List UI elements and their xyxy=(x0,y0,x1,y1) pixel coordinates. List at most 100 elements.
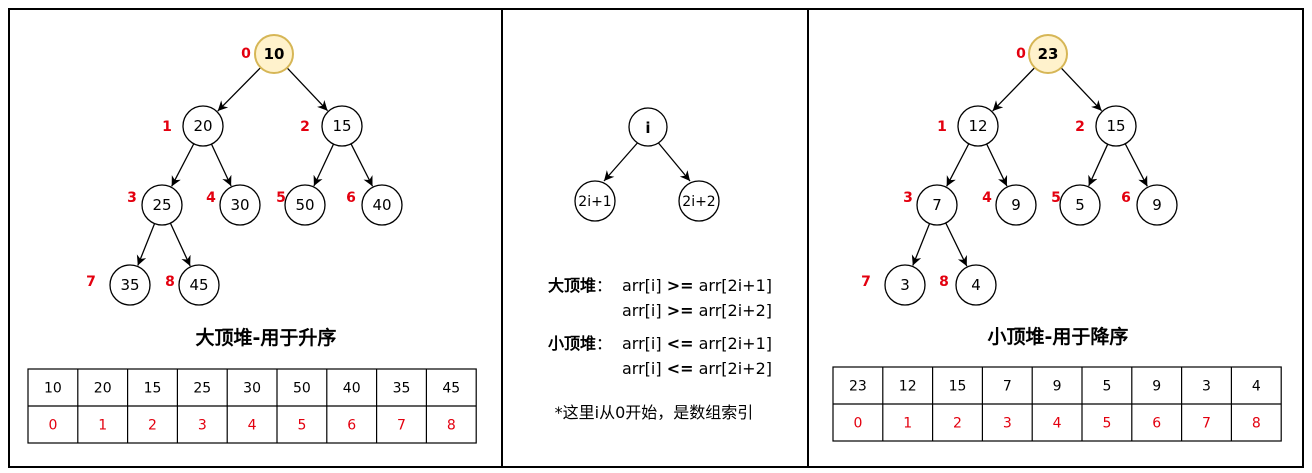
tree-edge xyxy=(169,222,191,267)
tree-node-index: 5 xyxy=(1051,190,1061,206)
min-heap-colon: ： xyxy=(596,334,612,353)
array-index-cell: 0 xyxy=(853,416,862,432)
tree-node-index: 4 xyxy=(206,190,216,206)
tree-node-value: 40 xyxy=(372,196,391,214)
tree-edge xyxy=(350,143,374,187)
array-value-cell: 40 xyxy=(343,381,361,397)
min-heap-tree: 23 0 12 1 15 2 7 3 9 4 55 9 6 3 7 4 8 xyxy=(861,34,1178,306)
tree-edge xyxy=(217,67,262,112)
tree-node-value: 9 xyxy=(1152,196,1162,214)
array-index-cell: 7 xyxy=(397,418,406,434)
tree-node-value: 15 xyxy=(1106,117,1125,135)
tree-edge xyxy=(992,67,1036,112)
tree-node-index: 8 xyxy=(165,274,175,290)
array-index-cell: 6 xyxy=(1152,416,1161,432)
array-index-cell: 2 xyxy=(953,416,962,432)
tree-node-index: 2 xyxy=(1075,119,1085,135)
tree-node-index: 4 xyxy=(982,190,992,206)
max-heap-title: 大顶堆-用于升序 xyxy=(196,326,337,349)
tree-node-value: 45 xyxy=(189,276,208,294)
tree-node-index: 1 xyxy=(162,119,172,135)
tree-node-value: 20 xyxy=(193,117,212,135)
max-heap-tree: 10 0 20 1 15 2 25 3 30 4 50 5 40 6 35 7 45 8 xyxy=(86,34,403,306)
right-child-label: 2i+2 xyxy=(682,194,715,210)
tree-node-value: 30 xyxy=(230,196,249,214)
tree-node-index: 2 xyxy=(300,119,310,135)
tree-node-value: 4 xyxy=(971,276,981,294)
array-value-cell: 10 xyxy=(44,381,62,397)
array-value-cell: 12 xyxy=(899,379,917,395)
edge-parent-left xyxy=(603,139,641,182)
tree-node-index: 1 xyxy=(937,119,947,135)
array-value-cell: 35 xyxy=(393,381,411,397)
tree-node-index: 3 xyxy=(127,190,137,206)
max-heap-rule-1: arr[i] >= arr[2i+1] xyxy=(622,276,772,295)
index-note: *这里i从0开始，是数组索引 xyxy=(555,403,754,422)
tree-node-value: 7 xyxy=(932,196,942,214)
tree-node-index: 5 xyxy=(276,190,286,206)
tree-edge xyxy=(986,143,1008,187)
tree-node-index: 0 xyxy=(1016,46,1026,62)
max-heap-rule-2: arr[i] >= arr[2i+2] xyxy=(622,301,772,320)
middle-panel xyxy=(501,8,809,468)
min-heap-rule-2: arr[i] <= arr[2i+2] xyxy=(622,359,772,378)
index-relation-diagram: i 2i+1 2i+2 xyxy=(574,107,720,222)
tree-node-index: 8 xyxy=(939,274,949,290)
array-value-cell: 9 xyxy=(1053,379,1062,395)
tree-edge xyxy=(945,222,968,267)
array-value-cell: 25 xyxy=(193,381,211,397)
tree-node-index: 7 xyxy=(86,274,96,290)
array-index-cell: 0 xyxy=(48,418,57,434)
tree-node-value: 10 xyxy=(264,45,285,63)
tree-node-value: 3 xyxy=(900,276,910,294)
tree-edge xyxy=(136,223,156,266)
array-index-cell: 8 xyxy=(447,418,456,434)
array-value-cell: 30 xyxy=(243,381,261,397)
array-value-cell: 9 xyxy=(1152,379,1161,395)
left-child-label: 2i+1 xyxy=(578,194,611,210)
array-value-cell: 15 xyxy=(144,381,162,397)
tree-edge xyxy=(946,143,970,187)
tree-node-value: 35 xyxy=(120,276,139,294)
edge-parent-right xyxy=(655,139,691,182)
array-value-cell: 23 xyxy=(849,379,867,395)
array-index-cell: 4 xyxy=(1053,416,1062,432)
array-index-cell: 8 xyxy=(1252,416,1261,432)
min-heap-array-table: 23 0 12 1 15 2 7 3 9 4 5 5 9 6 3 7 4 8 xyxy=(832,366,1282,442)
array-index-cell: 6 xyxy=(347,418,356,434)
array-index-cell: 7 xyxy=(1202,416,1211,432)
tree-node-value: 5 xyxy=(1075,196,1085,214)
heap-diagram-canvas: 100201 152253 304 505 406357 458 大顶堆-用于升序 100… xyxy=(8,8,1304,468)
tree-node-value: 9 xyxy=(1011,196,1021,214)
array-index-cell: 3 xyxy=(198,418,207,434)
tree-node-value: 15 xyxy=(332,117,351,135)
array-value-cell: 3 xyxy=(1202,379,1211,395)
max-heap-label: 大顶堆 xyxy=(548,276,596,295)
tree-edge xyxy=(171,143,195,187)
tree-edge xyxy=(313,143,335,187)
tree-node-index: 7 xyxy=(861,274,871,290)
array-value-cell: 50 xyxy=(293,381,311,397)
min-heap-title: 小顶堆-用于降序 xyxy=(988,325,1129,348)
array-index-cell: 2 xyxy=(148,418,157,434)
array-index-cell: 5 xyxy=(297,418,306,434)
tree-node-index: 6 xyxy=(346,190,356,206)
min-heap-rule-1: arr[i] <= arr[2i+1] xyxy=(622,334,772,353)
min-heap-rules: 小顶堆 ： arr[i] <= arr[2i+1] arr[i] <= arr[… xyxy=(548,334,772,378)
tree-node-value: 25 xyxy=(152,196,171,214)
tree-node-index: 6 xyxy=(1121,190,1131,206)
tree-node-index: 3 xyxy=(903,190,913,206)
array-index-cell: 3 xyxy=(1003,416,1012,432)
max-heap-rules: 大顶堆 ： arr[i] >= arr[2i+1] arr[i] >= arr[… xyxy=(548,276,772,320)
tree-edge xyxy=(1088,143,1109,187)
array-value-cell: 7 xyxy=(1003,379,1012,395)
tree-node-value: 50 xyxy=(295,196,314,214)
array-value-cell: 15 xyxy=(949,379,967,395)
min-heap-label: 小顶堆 xyxy=(548,334,596,353)
array-index-cell: 5 xyxy=(1102,416,1111,432)
max-heap-colon: ： xyxy=(596,276,612,295)
array-value-cell: 5 xyxy=(1102,379,1111,395)
tree-node-value: 23 xyxy=(1038,45,1059,63)
array-index-cell: 1 xyxy=(98,418,107,434)
max-heap-array-table: 10 0 20 1 15 2 25 3 30 4 50 5 40 6 35 7 45 8 xyxy=(27,368,477,444)
